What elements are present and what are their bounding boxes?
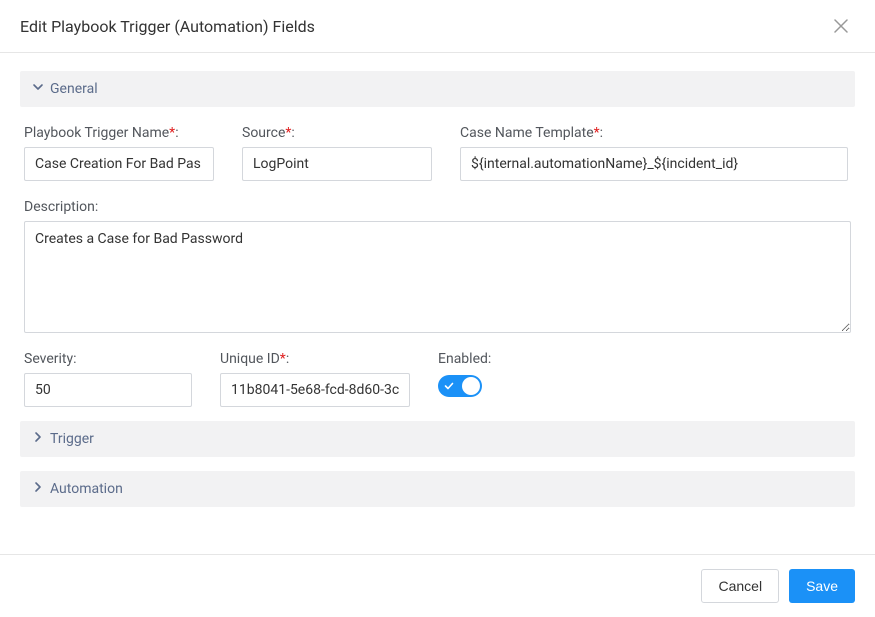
input-trigger-name[interactable] xyxy=(24,147,214,181)
field-severity: Severity: xyxy=(24,351,192,407)
input-source[interactable] xyxy=(242,147,432,181)
section-header-automation[interactable]: Automation xyxy=(20,471,855,507)
field-trigger-name: Playbook Trigger Name*: xyxy=(24,125,214,181)
section-gap xyxy=(20,457,855,471)
dialog-footer: Cancel Save xyxy=(0,554,875,617)
label-trigger-name: Playbook Trigger Name*: xyxy=(24,125,214,141)
field-unique-id: Unique ID*: xyxy=(220,351,410,407)
dialog-body: General Playbook Trigger Name*: Source*: xyxy=(0,53,875,554)
chevron-down-icon xyxy=(32,81,44,97)
label-colon: : xyxy=(600,125,603,141)
close-icon xyxy=(834,19,848,33)
dialog-title: Edit Playbook Trigger (Automation) Field… xyxy=(20,17,315,36)
label-enabled: Enabled: xyxy=(438,351,491,367)
input-case-name-template[interactable] xyxy=(460,147,848,181)
section-label-automation: Automation xyxy=(50,481,123,497)
chevron-right-icon xyxy=(32,481,44,497)
label-colon: : xyxy=(286,351,289,367)
label-trigger-name-text: Playbook Trigger Name xyxy=(24,125,169,141)
row-1: Playbook Trigger Name*: Source*: Case Na… xyxy=(24,125,851,181)
textarea-description[interactable] xyxy=(24,221,851,333)
row-3: Severity: Unique ID*: Enabled: xyxy=(24,351,851,407)
label-case-name-template: Case Name Template*: xyxy=(460,125,848,141)
label-unique-id: Unique ID*: xyxy=(220,351,410,367)
field-case-name-template: Case Name Template*: xyxy=(460,125,848,181)
dialog-header: Edit Playbook Trigger (Automation) Field… xyxy=(0,0,875,53)
label-source: Source*: xyxy=(242,125,432,141)
section-header-trigger[interactable]: Trigger xyxy=(20,421,855,457)
close-button[interactable] xyxy=(829,14,853,38)
row-description: Description: xyxy=(24,199,851,333)
label-colon: : xyxy=(175,125,178,141)
section-label-general: General xyxy=(50,81,98,97)
label-colon: : xyxy=(291,125,294,141)
label-description: Description: xyxy=(24,199,851,215)
label-source-text: Source xyxy=(242,125,285,141)
label-severity: Severity: xyxy=(24,351,192,367)
field-enabled: Enabled: xyxy=(438,351,491,407)
section-body-general: Playbook Trigger Name*: Source*: Case Na… xyxy=(20,107,855,421)
input-unique-id[interactable] xyxy=(220,373,410,407)
toggle-knob xyxy=(462,377,480,395)
section-header-general[interactable]: General xyxy=(20,71,855,107)
chevron-right-icon xyxy=(32,431,44,447)
toggle-enabled[interactable] xyxy=(438,375,482,397)
input-severity[interactable] xyxy=(24,373,192,407)
label-case-name-template-text: Case Name Template xyxy=(460,125,594,141)
cancel-button[interactable]: Cancel xyxy=(701,569,779,603)
field-source: Source*: xyxy=(242,125,432,181)
section-label-trigger: Trigger xyxy=(50,431,94,447)
save-button[interactable]: Save xyxy=(789,569,855,603)
label-unique-id-text: Unique ID xyxy=(220,351,280,367)
check-icon xyxy=(444,381,454,391)
dialog: Edit Playbook Trigger (Automation) Field… xyxy=(0,0,875,617)
